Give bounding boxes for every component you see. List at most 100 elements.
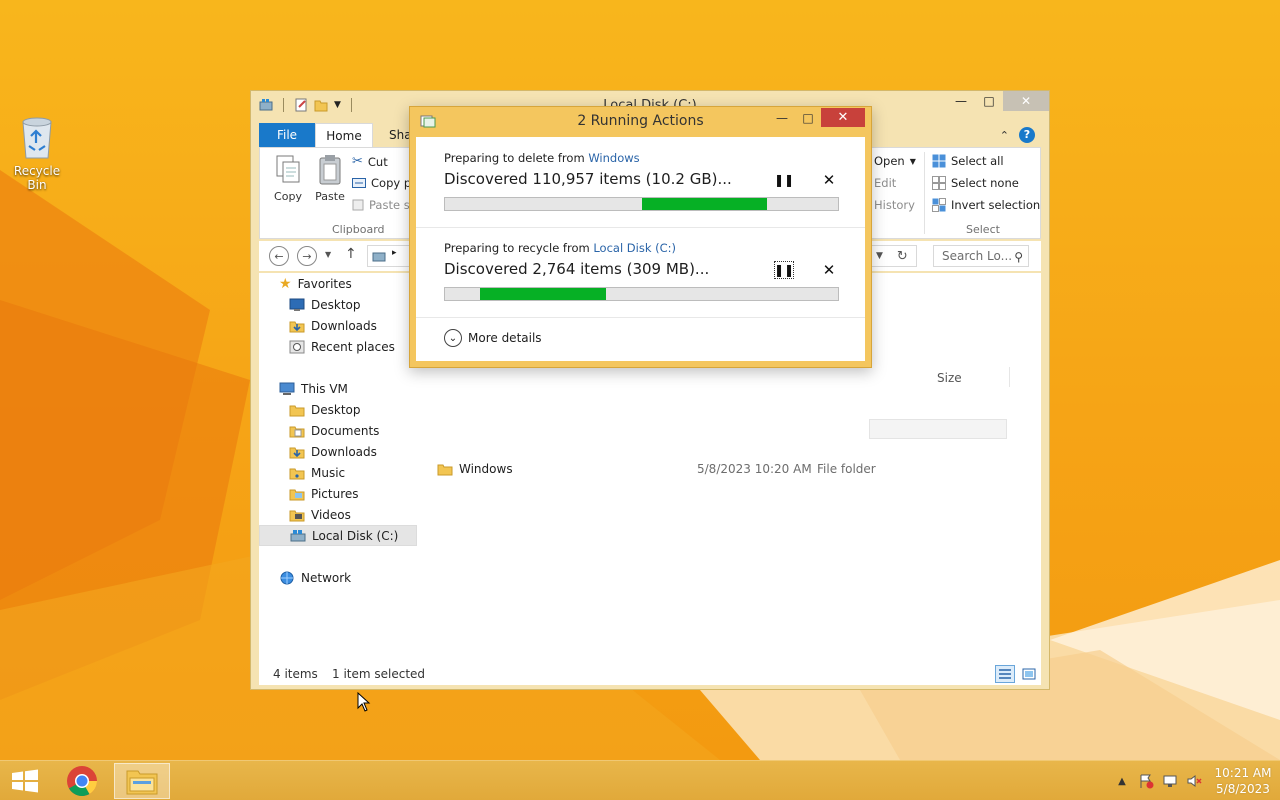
address-bar-controls: ▼ ↻ bbox=[869, 245, 917, 267]
operation-delete-progress-fill bbox=[641, 198, 768, 210]
operation-delete-prefix: Preparing to delete from bbox=[444, 151, 589, 165]
status-item-count: 4 items bbox=[273, 667, 318, 681]
more-details-button[interactable]: ⌄ More details bbox=[444, 329, 542, 347]
maximize-button[interactable]: □ bbox=[975, 91, 1003, 111]
edit-button[interactable]: Edit bbox=[874, 176, 896, 190]
open-button[interactable]: Open ▼ bbox=[874, 154, 916, 168]
dialog-body: Preparing to delete from Windows Discove… bbox=[416, 137, 865, 361]
large-icons-view-icon bbox=[1022, 668, 1036, 680]
nav-pc-local-disk[interactable]: Local Disk (C:) bbox=[259, 525, 417, 546]
network-tray-icon[interactable] bbox=[1158, 769, 1182, 793]
back-button[interactable]: ← bbox=[269, 246, 289, 266]
navigation-pane: ★ Favorites Desktop Downloads Recent pla… bbox=[259, 273, 417, 665]
recent-locations-icon[interactable]: ▼ bbox=[325, 250, 331, 259]
help-icon[interactable]: ? bbox=[1019, 127, 1035, 143]
clipboard-group-label: Clipboard bbox=[332, 223, 385, 236]
folder-music-icon bbox=[289, 468, 305, 479]
tab-file[interactable]: File bbox=[259, 123, 315, 147]
paste-icon bbox=[319, 155, 341, 185]
nav-pc-music[interactable]: Music bbox=[289, 462, 417, 483]
nav-fav-desktop[interactable]: Desktop bbox=[289, 294, 417, 315]
ribbon-collapse-icon[interactable]: ⌃ bbox=[1000, 129, 1009, 142]
nav-fav-downloads[interactable]: Downloads bbox=[289, 315, 417, 336]
taskbar-chrome[interactable] bbox=[54, 763, 110, 799]
taskbar-clock[interactable]: 10:21 AM 5/8/2023 bbox=[1206, 765, 1280, 797]
paste-shortcut-button[interactable]: Paste sh bbox=[352, 198, 417, 212]
chevron-up-icon: ▲ bbox=[1118, 775, 1126, 787]
copy-label: Copy bbox=[274, 190, 302, 203]
downloads-icon bbox=[289, 321, 305, 332]
large-icons-view-button[interactable] bbox=[1019, 665, 1039, 683]
show-hidden-icons-button[interactable]: ▲ bbox=[1110, 769, 1134, 793]
folder-desktop-icon bbox=[289, 405, 305, 416]
dialog-minimize-button[interactable]: — bbox=[769, 108, 795, 127]
search-input[interactable]: Search Lo... ⚲ bbox=[933, 245, 1029, 267]
nav-pc-documents[interactable]: Documents bbox=[289, 420, 417, 441]
network-icon bbox=[280, 571, 294, 584]
pause-icon: ❚❚ bbox=[773, 263, 795, 277]
dialog-close-button[interactable]: ✕ bbox=[821, 108, 865, 127]
paste-button[interactable]: Paste bbox=[310, 154, 350, 203]
operation-delete-source-link[interactable]: Windows bbox=[588, 151, 639, 165]
forward-button[interactable]: → bbox=[297, 246, 317, 266]
nav-this-pc[interactable]: This VM bbox=[279, 378, 417, 399]
select-all-button[interactable]: Select all bbox=[932, 154, 1004, 168]
history-button[interactable]: History bbox=[874, 198, 915, 212]
nav-pc-videos[interactable]: Videos bbox=[289, 504, 417, 525]
status-selection: 1 item selected bbox=[332, 667, 426, 681]
nav-network[interactable]: Network bbox=[279, 567, 417, 588]
dialog-maximize-button[interactable]: □ bbox=[795, 108, 821, 127]
operation-delete-cancel-button[interactable]: ✕ bbox=[820, 171, 838, 189]
address-dropdown-icon[interactable]: ▼ bbox=[876, 251, 883, 261]
computer-icon bbox=[279, 382, 295, 395]
nav-pc-pictures[interactable]: Pictures bbox=[289, 483, 417, 504]
select-group-label: Select bbox=[966, 223, 1000, 236]
operation-delete: Preparing to delete from Windows Discove… bbox=[416, 137, 865, 227]
file-name: Windows bbox=[459, 462, 513, 476]
invert-selection-button[interactable]: Invert selection bbox=[932, 198, 1040, 212]
flag-warning-icon bbox=[1140, 774, 1154, 789]
cut-button[interactable]: ✂ Cut bbox=[352, 154, 388, 169]
tab-home[interactable]: Home bbox=[315, 123, 373, 147]
nav-pc-local-disk-label: Local Disk (C:) bbox=[312, 528, 399, 543]
start-button[interactable] bbox=[10, 769, 40, 796]
running-actions-dialog: 2 Running Actions — □ ✕ Preparing to del… bbox=[409, 106, 872, 368]
nav-fav-recent[interactable]: Recent places bbox=[289, 336, 417, 357]
nav-pc-pictures-label: Pictures bbox=[311, 486, 359, 501]
nav-pc-desktop[interactable]: Desktop bbox=[289, 399, 417, 420]
file-row-hidden bbox=[869, 419, 1007, 439]
close-button[interactable]: ✕ bbox=[1003, 91, 1049, 111]
recycle-bin-label: Recycle Bin bbox=[13, 164, 61, 192]
operation-recycle-source: Preparing to recycle from Local Disk (C:… bbox=[444, 241, 676, 255]
copy-button[interactable]: Copy bbox=[268, 154, 308, 203]
file-type: File folder bbox=[817, 462, 876, 476]
operation-delete-source: Preparing to delete from Windows bbox=[444, 151, 640, 165]
operation-recycle-pause-button[interactable]: ❚❚ bbox=[774, 261, 794, 279]
select-all-icon bbox=[932, 154, 946, 168]
volume-tray-icon[interactable] bbox=[1182, 769, 1206, 793]
dialog-controls: — □ ✕ bbox=[769, 108, 865, 127]
operation-recycle-source-link[interactable]: Local Disk (C:) bbox=[593, 241, 676, 255]
address-drive-icon bbox=[372, 252, 386, 262]
system-tray: ▲ 10:21 AM 5/8/2023 bbox=[1110, 761, 1280, 800]
operation-recycle-cancel-button[interactable]: ✕ bbox=[820, 261, 838, 279]
recycle-bin[interactable]: Recycle Bin bbox=[4, 114, 70, 192]
nav-favorites[interactable]: ★ Favorites bbox=[279, 273, 417, 294]
nav-pc-downloads[interactable]: Downloads bbox=[289, 441, 417, 462]
nav-fav-recent-label: Recent places bbox=[311, 339, 395, 354]
taskbar-file-explorer[interactable] bbox=[114, 763, 170, 799]
column-header-size[interactable]: Size bbox=[937, 371, 962, 385]
open-label: Open bbox=[874, 154, 905, 168]
cut-label: Cut bbox=[367, 154, 388, 169]
select-none-button[interactable]: Select none bbox=[932, 176, 1019, 190]
operation-delete-pause-button[interactable]: ❚❚ bbox=[774, 171, 794, 189]
action-center-icon[interactable] bbox=[1134, 769, 1158, 793]
up-arrow-icon[interactable]: ↑ bbox=[345, 246, 357, 262]
file-row-windows[interactable]: Windows 5/8/2023 10:20 AM File folder bbox=[437, 459, 997, 479]
details-view-button[interactable] bbox=[995, 665, 1015, 683]
nav-pc-videos-label: Videos bbox=[311, 507, 351, 522]
operation-recycle: Preparing to recycle from Local Disk (C:… bbox=[416, 227, 865, 317]
refresh-icon[interactable]: ↻ bbox=[897, 249, 908, 264]
minimize-button[interactable]: — bbox=[947, 91, 975, 111]
operation-recycle-detail: Discovered 2,764 items (309 MB)... bbox=[444, 260, 710, 278]
